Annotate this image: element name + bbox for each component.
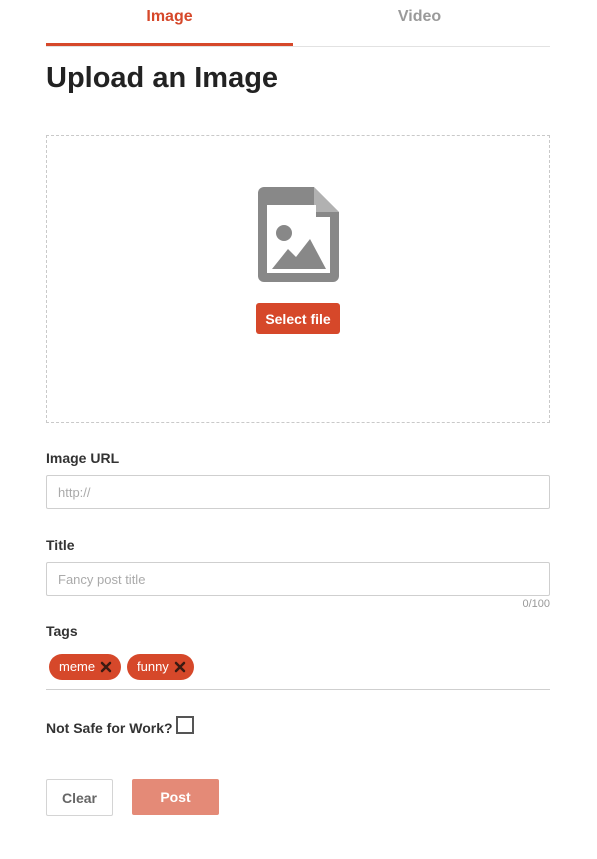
upload-dropzone[interactable]: Select file — [46, 135, 550, 423]
title-input[interactable] — [46, 562, 550, 596]
image-file-icon — [258, 187, 339, 282]
tag-label: funny — [137, 659, 169, 674]
remove-tag-icon[interactable] — [100, 661, 112, 673]
tab-image[interactable]: Image — [46, 0, 293, 46]
select-file-button[interactable]: Select file — [256, 303, 340, 334]
title-char-counter: 0/100 — [522, 598, 550, 610]
tag-chip: meme — [49, 654, 121, 680]
remove-tag-icon[interactable] — [174, 661, 186, 673]
tags-input[interactable]: meme funny — [46, 650, 550, 690]
nsfw-label: Not Safe for Work? — [46, 720, 173, 736]
tag-label: meme — [59, 659, 96, 674]
tag-chip: funny — [127, 654, 194, 680]
page-title: Upload an Image — [46, 62, 279, 94]
tab-bar: Image Video — [46, 0, 550, 47]
nsfw-checkbox[interactable] — [176, 716, 194, 734]
tab-video[interactable]: Video — [296, 0, 543, 46]
clear-button[interactable]: Clear — [46, 779, 113, 816]
post-button[interactable]: Post — [132, 779, 219, 815]
tags-label: Tags — [46, 623, 78, 639]
image-url-label: Image URL — [46, 450, 120, 466]
title-label: Title — [46, 537, 75, 553]
image-url-input[interactable] — [46, 475, 550, 509]
